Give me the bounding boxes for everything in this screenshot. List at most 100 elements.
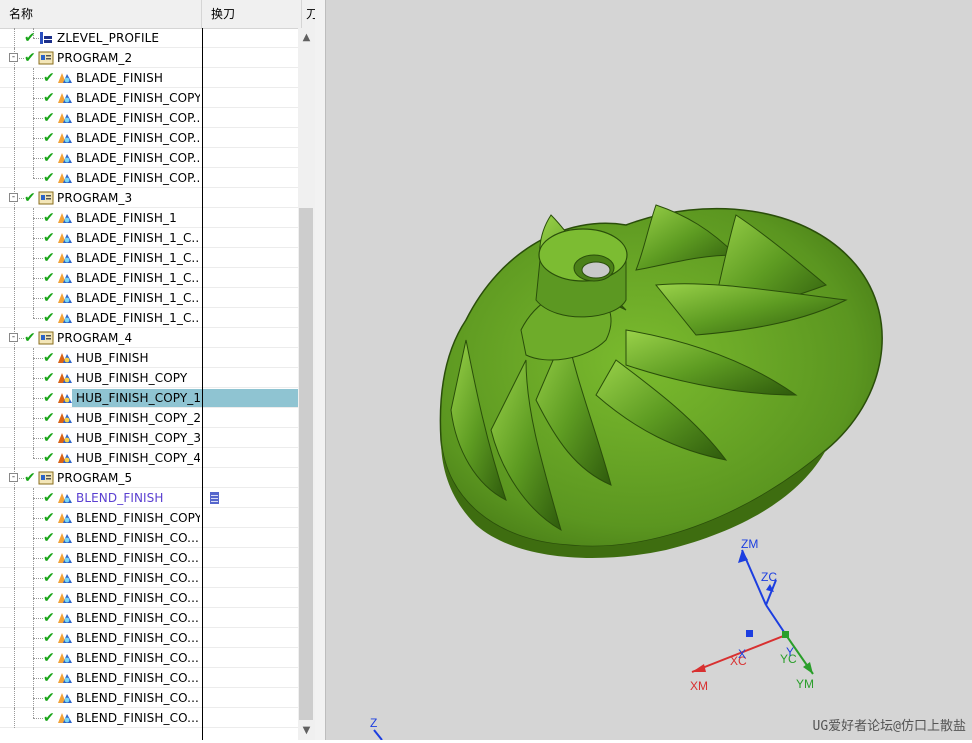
- operation-navigator: 名称 换刀 刀 ✔ZLEVEL_PROFILE-✔PROGRAM_2✔BLADE…: [0, 0, 316, 740]
- operation-row[interactable]: ✔ BLEND_FINISH_CO...: [0, 608, 298, 628]
- operation-row[interactable]: ✔ HUB_FINISH_COPY_4: [0, 448, 298, 468]
- tree-guide-line: [33, 308, 34, 318]
- tool-change-icon: [210, 492, 219, 504]
- navigator-scrollbar[interactable]: ▲ ▼: [298, 28, 315, 740]
- zc-axis-label: ZC: [761, 570, 777, 584]
- status-check-icon: ✔: [43, 210, 55, 226]
- operation-row[interactable]: ✔ HUB_FINISH: [0, 348, 298, 368]
- row-label: BLADE_FINISH_COP...: [76, 171, 200, 185]
- operation-row[interactable]: ✔ BLADE_FINISH_1_C...: [0, 228, 298, 248]
- program-group-icon: [38, 51, 54, 65]
- collapse-toggle-icon[interactable]: -: [9, 193, 18, 202]
- operation-row[interactable]: ✔ BLEND_FINISH_CO...: [0, 668, 298, 688]
- scroll-down-arrow-icon[interactable]: ▼: [301, 725, 312, 737]
- operation-row[interactable]: ✔ BLADE_FINISH_1_C...: [0, 268, 298, 288]
- operation-row[interactable]: ✔ BLADE_FINISH_COP...: [0, 128, 298, 148]
- program-group-row[interactable]: - ✔ PROGRAM_5: [0, 468, 298, 488]
- operation-row[interactable]: ✔ BLEND_FINISH_COPY: [0, 508, 298, 528]
- status-check-icon: ✔: [43, 710, 55, 726]
- collapse-toggle-icon[interactable]: -: [9, 333, 18, 342]
- collapse-toggle-icon[interactable]: -: [9, 473, 18, 482]
- operation-row[interactable]: ✔ BLEND_FINISH_CO...: [0, 548, 298, 568]
- tree-guide-line: [33, 498, 43, 499]
- viewport-canvas[interactable]: ZM ZC XM XC X YM YC Y Z: [326, 0, 972, 741]
- column-divider[interactable]: [202, 28, 203, 740]
- operation-row[interactable]: ✔ ZLEVEL_PROFILE: [0, 28, 298, 48]
- operation-row[interactable]: ✔ BLADE_FINISH_1_C...: [0, 308, 298, 328]
- column-header-name[interactable]: 名称: [0, 0, 202, 28]
- operation-row[interactable]: ✔ HUB_FINISH_COPY_1: [0, 388, 298, 408]
- tree-guide-line: [33, 378, 43, 379]
- status-check-icon: ✔: [43, 510, 55, 526]
- scrollbar-thumb[interactable]: [299, 208, 313, 720]
- operation-row[interactable]: ✔ BLADE_FINISH_COPY: [0, 88, 298, 108]
- graphics-viewport[interactable]: ZM ZC XM XC X YM YC Y Z UG爱好者论坛@仿口上散盐: [326, 0, 972, 741]
- tree-guide-line: [33, 448, 34, 458]
- row-label: BLEND_FINISH_CO...: [76, 671, 199, 685]
- operation-row[interactable]: ✔ HUB_FINISH_COPY_3: [0, 428, 298, 448]
- impeller-model[interactable]: [439, 204, 883, 558]
- row-label: PROGRAM_5: [57, 471, 133, 485]
- operation-row[interactable]: ✔ BLEND_FINISH_CO...: [0, 568, 298, 588]
- tree-guide-line: [33, 218, 43, 219]
- operation-row[interactable]: ✔ BLADE_FINISH_1_C...: [0, 248, 298, 268]
- operation-row[interactable]: ✔ BLADE_FINISH_COP...: [0, 108, 298, 128]
- operation-row[interactable]: ✔ BLEND_FINISH_CO...: [0, 708, 298, 728]
- blade-finish-op-icon: [57, 251, 73, 265]
- view-triad-corner: Z: [370, 716, 383, 741]
- row-label: ZLEVEL_PROFILE: [57, 31, 160, 45]
- operation-row[interactable]: ✔ BLADE_FINISH_1_C...: [0, 288, 298, 308]
- row-label: PROGRAM_4: [57, 331, 133, 345]
- row-label: HUB_FINISH_COPY_3: [76, 431, 200, 445]
- operation-row[interactable]: ✔ BLADE_FINISH_1: [0, 208, 298, 228]
- operation-row[interactable]: ✔ HUB_FINISH_COPY_2: [0, 408, 298, 428]
- tree-guide-line: [33, 638, 43, 639]
- tree-guide-line: [33, 278, 43, 279]
- tree-guide-line: [33, 78, 43, 79]
- operation-row[interactable]: ✔ BLEND_FINISH: [0, 488, 298, 508]
- hub-finish-op-icon: [57, 351, 73, 365]
- operation-row[interactable]: ✔ BLEND_FINISH_CO...: [0, 588, 298, 608]
- x-small-label: X: [738, 647, 746, 661]
- operation-row[interactable]: ✔ BLEND_FINISH_CO...: [0, 688, 298, 708]
- row-label: BLADE_FINISH_COP...: [76, 111, 200, 125]
- status-check-icon: ✔: [43, 310, 55, 326]
- operation-row[interactable]: ✔ BLADE_FINISH_COP...: [0, 168, 298, 188]
- status-check-icon: ✔: [43, 350, 55, 366]
- operation-row[interactable]: ✔ BLEND_FINISH_CO...: [0, 628, 298, 648]
- hub-finish-op-icon: [57, 411, 73, 425]
- wcs-triad[interactable]: ZM ZC XM XC X YM YC Y: [690, 537, 814, 693]
- program-group-row[interactable]: - ✔ PROGRAM_2: [0, 48, 298, 68]
- row-label: BLEND_FINISH_COPY: [76, 511, 200, 525]
- status-check-icon: ✔: [24, 190, 36, 206]
- row-label: HUB_FINISH_COPY_4: [76, 451, 200, 465]
- tree-guide-line: [33, 558, 43, 559]
- pane-splitter[interactable]: [315, 0, 326, 740]
- operation-row[interactable]: ✔ BLEND_FINISH_CO...: [0, 528, 298, 548]
- program-group-row[interactable]: - ✔ PROGRAM_4: [0, 328, 298, 348]
- column-header-tool-change[interactable]: 换刀: [202, 0, 302, 28]
- status-check-icon: ✔: [43, 530, 55, 546]
- row-label: BLADE_FINISH: [76, 71, 164, 85]
- row-label: BLADE_FINISH_1_C...: [76, 251, 200, 265]
- program-group-row[interactable]: - ✔ PROGRAM_3: [0, 188, 298, 208]
- collapse-toggle-icon[interactable]: -: [9, 53, 18, 62]
- status-check-icon: ✔: [43, 590, 55, 606]
- zm-axis-label: ZM: [741, 537, 758, 551]
- tree-guide-line: [33, 238, 43, 239]
- tree-guide-line: [33, 418, 43, 419]
- status-check-icon: ✔: [43, 370, 55, 386]
- operation-row[interactable]: ✔ BLEND_FINISH_CO...: [0, 648, 298, 668]
- column-header-tool[interactable]: 刀: [302, 0, 315, 28]
- tree-guide-line: [33, 698, 43, 699]
- status-check-icon: ✔: [43, 390, 55, 406]
- zlevel-op-icon: [38, 31, 54, 45]
- row-label: BLADE_FINISH_COP...: [76, 151, 200, 165]
- tree-guide-line: [14, 288, 15, 308]
- blend-finish-op-icon: [57, 571, 73, 585]
- tree-guide-line: [14, 668, 15, 688]
- operation-row[interactable]: ✔ BLADE_FINISH_COP...: [0, 148, 298, 168]
- operation-row[interactable]: ✔ BLADE_FINISH: [0, 68, 298, 88]
- scroll-up-arrow-icon[interactable]: ▲: [301, 32, 312, 44]
- operation-row[interactable]: ✔ HUB_FINISH_COPY: [0, 368, 298, 388]
